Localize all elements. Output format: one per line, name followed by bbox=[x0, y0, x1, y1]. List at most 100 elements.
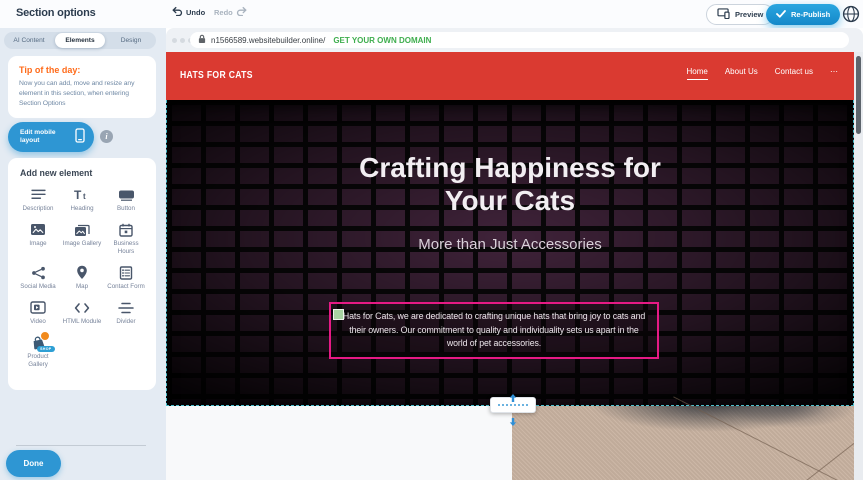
undo-button[interactable]: Undo bbox=[172, 6, 205, 18]
smartphone-icon bbox=[75, 128, 85, 146]
top-toolbar: Section options Undo Redo Preview Re-Pub… bbox=[0, 0, 863, 28]
shop-badge: SHOP bbox=[37, 346, 54, 352]
element-item-video[interactable]: Video bbox=[16, 300, 60, 326]
element-item-label: Description bbox=[23, 205, 54, 213]
redo-icon bbox=[236, 6, 247, 18]
element-item-image-gallery[interactable]: Image Gallery bbox=[60, 222, 104, 256]
republish-button[interactable]: Re-Publish bbox=[766, 4, 840, 25]
element-item-heading[interactable]: Tt Heading bbox=[60, 187, 104, 213]
svg-text:t: t bbox=[83, 192, 86, 201]
element-item-social-media[interactable]: Social Media bbox=[16, 265, 60, 291]
add-new-element-title: Add new element bbox=[20, 168, 148, 178]
shopping-bag-icon: SHOP bbox=[31, 335, 46, 350]
republish-label: Re-Publish bbox=[791, 10, 830, 19]
element-item-label: Image bbox=[29, 240, 46, 248]
site-header-section[interactable]: HATS FOR CATS Home About Us Contact us ⋯ bbox=[166, 52, 854, 100]
calendar-icon bbox=[119, 222, 133, 237]
code-icon bbox=[74, 300, 90, 315]
site-url: n1566589.websitebuilder.online/ bbox=[211, 36, 325, 45]
element-item-label: Map bbox=[76, 283, 88, 291]
element-item-business-hours[interactable]: Business Hours bbox=[104, 222, 148, 256]
redo-button[interactable]: Redo bbox=[214, 6, 247, 18]
element-drag-handle[interactable] bbox=[333, 309, 344, 320]
site-nav: Home About Us Contact us ⋯ bbox=[687, 67, 839, 80]
element-item-divider[interactable]: Divider bbox=[104, 300, 148, 326]
preview-button[interactable]: Preview bbox=[706, 4, 774, 25]
site-logo[interactable]: HATS FOR CATS bbox=[180, 69, 253, 81]
next-section-image[interactable] bbox=[512, 406, 854, 480]
add-new-element-card: Add new element Description Tt Heading bbox=[8, 158, 156, 390]
video-icon bbox=[30, 300, 46, 315]
tab-design[interactable]: Design bbox=[106, 33, 156, 48]
element-item-product-gallery[interactable]: SHOP Product Gallery bbox=[16, 335, 60, 369]
site-canvas: HATS FOR CATS Home About Us Contact us ⋯… bbox=[166, 52, 854, 480]
done-button[interactable]: Done bbox=[6, 450, 61, 477]
pavement-seam bbox=[775, 424, 854, 480]
edit-mobile-layout-label: Edit mobile layout bbox=[20, 129, 69, 145]
new-badge-icon bbox=[40, 331, 50, 341]
undo-label: Undo bbox=[186, 8, 205, 17]
element-item-label: Video bbox=[30, 318, 46, 326]
tip-title: Tip of the day: bbox=[19, 65, 145, 75]
hero-body-text: Hats for Cats, we are dedicated to craft… bbox=[340, 310, 648, 351]
image-icon bbox=[30, 222, 46, 237]
section-resize-handle[interactable] bbox=[490, 397, 536, 413]
divider-icon bbox=[118, 300, 134, 315]
element-item-contact-form[interactable]: Contact Form bbox=[104, 265, 148, 291]
website-builder-app: Section options Undo Redo Preview Re-Pub… bbox=[0, 0, 863, 480]
site-preview-area: n1566589.websitebuilder.online/ GET YOUR… bbox=[166, 28, 863, 480]
address-bar[interactable]: n1566589.websitebuilder.online/ GET YOUR… bbox=[190, 32, 849, 48]
element-item-label: Divider bbox=[116, 318, 135, 326]
hero-subtitle[interactable]: More than Just Accessories bbox=[167, 236, 853, 253]
scrollbar-thumb[interactable] bbox=[856, 56, 861, 134]
hero-title[interactable]: Crafting Happiness for Your Cats bbox=[330, 152, 690, 218]
tab-ai-content[interactable]: AI Content bbox=[4, 33, 54, 48]
element-item-description[interactable]: Description bbox=[16, 187, 60, 213]
lock-icon bbox=[198, 31, 206, 49]
hero-text-element-selected[interactable]: Hats for Cats, we are dedicated to craft… bbox=[329, 302, 659, 359]
element-item-label: Contact Form bbox=[107, 283, 144, 291]
info-icon[interactable] bbox=[100, 130, 113, 143]
svg-text:T: T bbox=[74, 188, 82, 201]
edit-mobile-layout-button[interactable]: Edit mobile layout bbox=[8, 122, 94, 152]
map-pin-icon bbox=[76, 265, 88, 280]
tip-of-the-day-card: Tip of the day: Now you can add, move an… bbox=[8, 56, 156, 118]
share-icon bbox=[31, 265, 46, 280]
undo-icon bbox=[172, 6, 183, 18]
arrow-down-icon bbox=[509, 413, 517, 421]
element-item-image[interactable]: Image bbox=[16, 222, 60, 256]
nav-more-icon[interactable]: ⋯ bbox=[830, 67, 838, 79]
element-item-map[interactable]: Map bbox=[60, 265, 104, 291]
contact-form-icon bbox=[119, 265, 133, 280]
hero-section-selected[interactable]: Crafting Happiness for Your Cats More th… bbox=[166, 100, 854, 406]
element-item-label: Button bbox=[117, 205, 135, 213]
nav-home[interactable]: Home bbox=[687, 67, 708, 80]
globe-icon[interactable] bbox=[842, 5, 860, 23]
element-item-button[interactable]: Button bbox=[104, 187, 148, 213]
nav-contact[interactable]: Contact us bbox=[775, 67, 813, 79]
panel-divider bbox=[16, 445, 146, 446]
element-item-label: Business Hours bbox=[106, 240, 146, 256]
element-item-label: HTML Module bbox=[63, 318, 102, 326]
section-options-panel: AI Content Elements Design Tip of the da… bbox=[0, 28, 166, 480]
arrow-up-icon bbox=[509, 389, 517, 397]
browser-chrome: n1566589.websitebuilder.online/ GET YOUR… bbox=[166, 28, 863, 52]
page-title: Section options bbox=[16, 7, 96, 19]
preview-label: Preview bbox=[735, 10, 763, 19]
tab-elements[interactable]: Elements bbox=[55, 33, 105, 48]
pavement-seam bbox=[673, 396, 854, 480]
element-grid: Description Tt Heading Button bbox=[16, 187, 148, 369]
element-item-html-module[interactable]: HTML Module bbox=[60, 300, 104, 326]
devices-icon bbox=[717, 8, 730, 21]
element-item-label: Heading bbox=[70, 205, 93, 213]
tip-body: Now you can add, move and resize any ele… bbox=[19, 79, 145, 109]
element-item-label: Social Media bbox=[20, 283, 55, 291]
image-gallery-icon bbox=[74, 222, 90, 237]
panel-tab-bar: AI Content Elements Design bbox=[4, 32, 156, 49]
element-item-label: Image Gallery bbox=[63, 240, 102, 248]
preview-scrollbar[interactable] bbox=[854, 52, 863, 480]
get-domain-link[interactable]: GET YOUR OWN DOMAIN bbox=[333, 36, 431, 45]
nav-about[interactable]: About Us bbox=[725, 67, 758, 79]
check-icon bbox=[776, 10, 786, 20]
next-section-blank[interactable] bbox=[166, 406, 512, 480]
